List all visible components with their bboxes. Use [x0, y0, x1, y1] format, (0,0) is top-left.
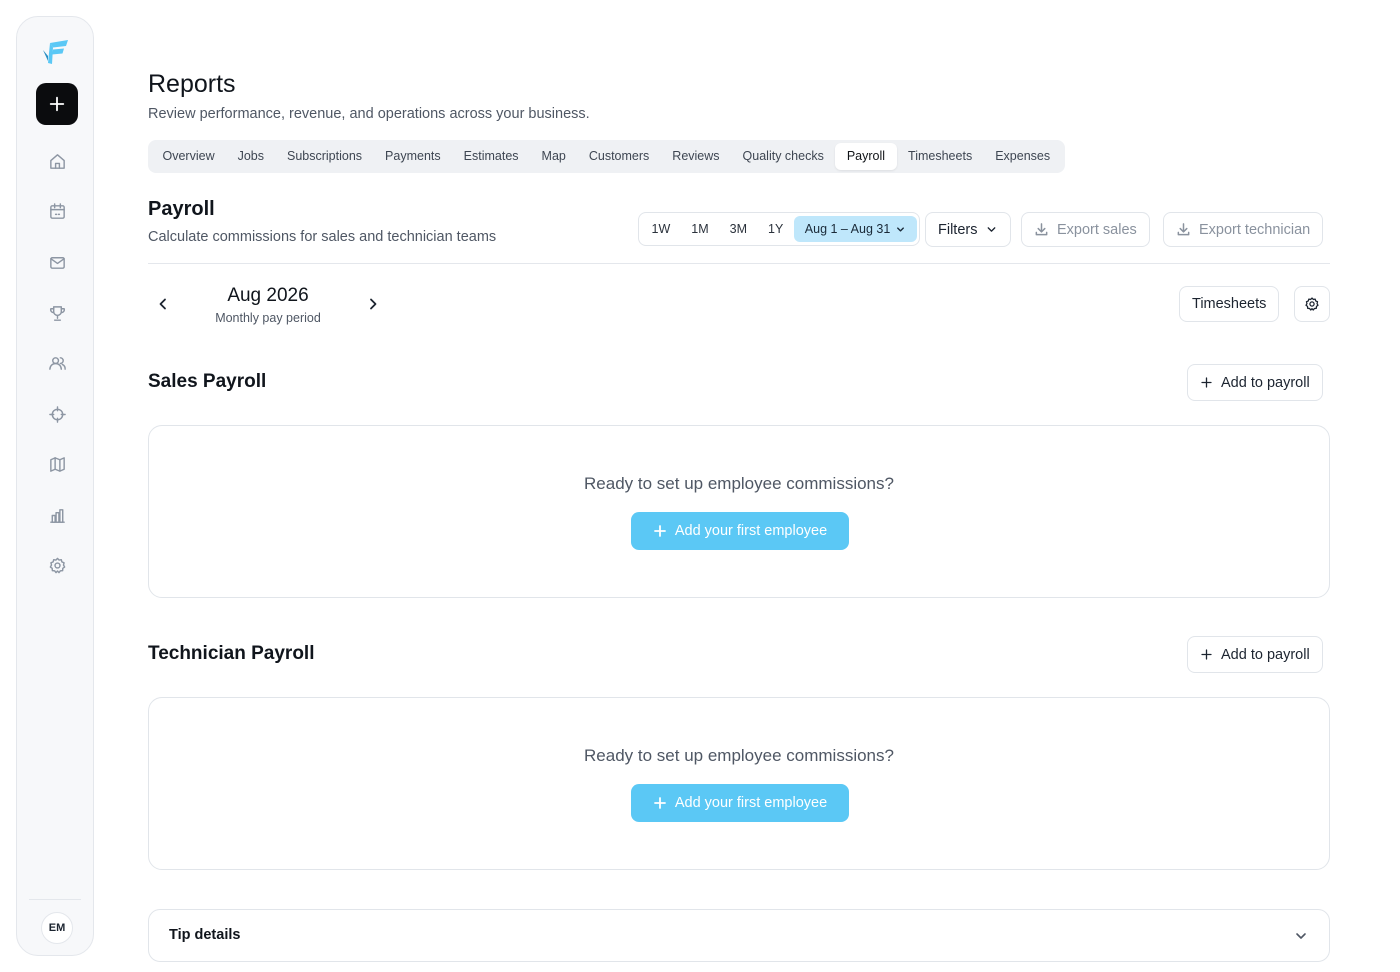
- technician-add-to-payroll-button[interactable]: Add to payroll: [1187, 636, 1323, 673]
- map-icon: [49, 456, 65, 472]
- export-technician-label: Export technician: [1199, 221, 1311, 238]
- tab-reviews[interactable]: Reviews: [661, 143, 731, 170]
- settings-icon: [49, 557, 65, 573]
- export-sales-label: Export sales: [1057, 221, 1137, 238]
- period-subtitle: Monthly pay period: [215, 311, 321, 325]
- sales-cta-label: Add your first employee: [674, 523, 828, 539]
- home-icon: [49, 153, 65, 169]
- export-technician-button[interactable]: Export technician: [1163, 212, 1324, 247]
- filters-button[interactable]: Filters: [925, 212, 1012, 247]
- technician-empty-message: Ready to set up employee commissions?: [584, 746, 894, 765]
- period-title: Aug 2026: [227, 285, 309, 306]
- tab-expenses[interactable]: Expenses: [984, 143, 1062, 170]
- tab-jobs[interactable]: Jobs: [226, 143, 275, 170]
- timesheets-label: Timesheets: [1192, 296, 1267, 312]
- brand-logo-icon[interactable]: [41, 37, 71, 67]
- range-1m-button[interactable]: 1M: [681, 216, 719, 242]
- plus-icon: [49, 96, 65, 112]
- custom-range-label: Aug 1 – Aug 31: [804, 222, 891, 236]
- mail-icon: [49, 256, 65, 269]
- tab-payments[interactable]: Payments: [374, 143, 453, 170]
- technician-payroll-title: Technician Payroll: [148, 643, 315, 664]
- range-1y-button[interactable]: 1Y: [758, 216, 794, 242]
- section-subtitle: Calculate commissions for sales and tech…: [148, 229, 497, 245]
- report-tabs: Overview Jobs Subscriptions Payments Est…: [148, 140, 1065, 173]
- chevron-down-icon: [1293, 928, 1309, 944]
- date-range-selector: 1W 1M 3M 1Y Aug 1 – Aug 31: [638, 212, 921, 246]
- tab-estimates[interactable]: Estimates: [452, 143, 530, 170]
- tip-details-label: Tip details: [169, 927, 241, 943]
- download-icon: [1177, 223, 1190, 236]
- payroll-settings-button[interactable]: [1294, 286, 1330, 322]
- nav-rewards[interactable]: [45, 301, 69, 325]
- nav-reports[interactable]: [45, 503, 69, 527]
- filters-label: Filters: [938, 221, 978, 238]
- timesheets-button[interactable]: Timesheets: [1179, 286, 1280, 322]
- previous-period-button[interactable]: [152, 293, 174, 315]
- tip-details-accordion[interactable]: Tip details: [148, 909, 1330, 962]
- section-title: Payroll: [148, 198, 215, 220]
- calendar-icon: [49, 202, 65, 219]
- gear-icon: [1305, 297, 1319, 311]
- sidebar-divider: [29, 899, 81, 900]
- target-icon: [48, 405, 66, 423]
- custom-range-dropdown[interactable]: Aug 1 – Aug 31: [793, 216, 918, 242]
- plus-icon: [1201, 377, 1212, 388]
- plus-icon: [1201, 649, 1212, 660]
- nav-map[interactable]: [45, 452, 69, 476]
- range-3m-button[interactable]: 3M: [719, 216, 757, 242]
- user-avatar[interactable]: EM: [41, 912, 73, 944]
- nav-targets[interactable]: [45, 402, 69, 426]
- page-subtitle: Review performance, revenue, and operati…: [148, 106, 590, 122]
- tab-overview[interactable]: Overview: [151, 143, 226, 170]
- bar-chart-icon: [49, 508, 65, 523]
- sales-payroll-empty-state: Ready to set up employee commissions? Ad…: [148, 425, 1330, 598]
- export-sales-button[interactable]: Export sales: [1021, 212, 1150, 247]
- plus-icon: [653, 797, 666, 809]
- nav-inbox[interactable]: [45, 250, 69, 274]
- create-new-button[interactable]: [36, 83, 78, 125]
- tab-timesheets[interactable]: Timesheets: [897, 143, 984, 170]
- sidebar: EM: [16, 16, 94, 956]
- users-icon: [48, 356, 66, 370]
- chevron-down-icon: [897, 226, 905, 232]
- nav-calendar[interactable]: [45, 199, 69, 223]
- nav-settings[interactable]: [45, 553, 69, 577]
- nav-home[interactable]: [45, 149, 69, 173]
- range-1w-button[interactable]: 1W: [641, 216, 681, 242]
- tab-payroll[interactable]: Payroll: [835, 143, 897, 170]
- plus-icon: [653, 525, 666, 537]
- technician-add-first-employee-button[interactable]: Add your first employee: [631, 784, 849, 822]
- technician-payroll-empty-state: Ready to set up employee commissions? Ad…: [148, 697, 1330, 870]
- nav-team[interactable]: [45, 351, 69, 375]
- sales-add-first-employee-button[interactable]: Add your first employee: [631, 512, 849, 550]
- trophy-icon: [49, 305, 65, 321]
- sales-add-to-payroll-label: Add to payroll: [1221, 374, 1310, 391]
- tab-quality-checks[interactable]: Quality checks: [731, 143, 835, 170]
- sales-empty-message: Ready to set up employee commissions?: [584, 474, 894, 493]
- tab-map[interactable]: Map: [530, 143, 577, 170]
- next-period-button[interactable]: [362, 293, 384, 315]
- section-divider: [148, 263, 1330, 264]
- chevron-right-icon: [370, 298, 377, 310]
- download-icon: [1035, 223, 1048, 236]
- tab-customers[interactable]: Customers: [577, 143, 660, 170]
- technician-cta-label: Add your first employee: [674, 795, 828, 811]
- chevron-down-icon: [988, 227, 996, 232]
- page-title: Reports: [148, 70, 236, 98]
- sales-add-to-payroll-button[interactable]: Add to payroll: [1187, 364, 1323, 401]
- tab-subscriptions[interactable]: Subscriptions: [276, 143, 374, 170]
- chevron-left-icon: [159, 298, 166, 310]
- technician-add-to-payroll-label: Add to payroll: [1221, 646, 1310, 663]
- sales-payroll-title: Sales Payroll: [148, 371, 267, 392]
